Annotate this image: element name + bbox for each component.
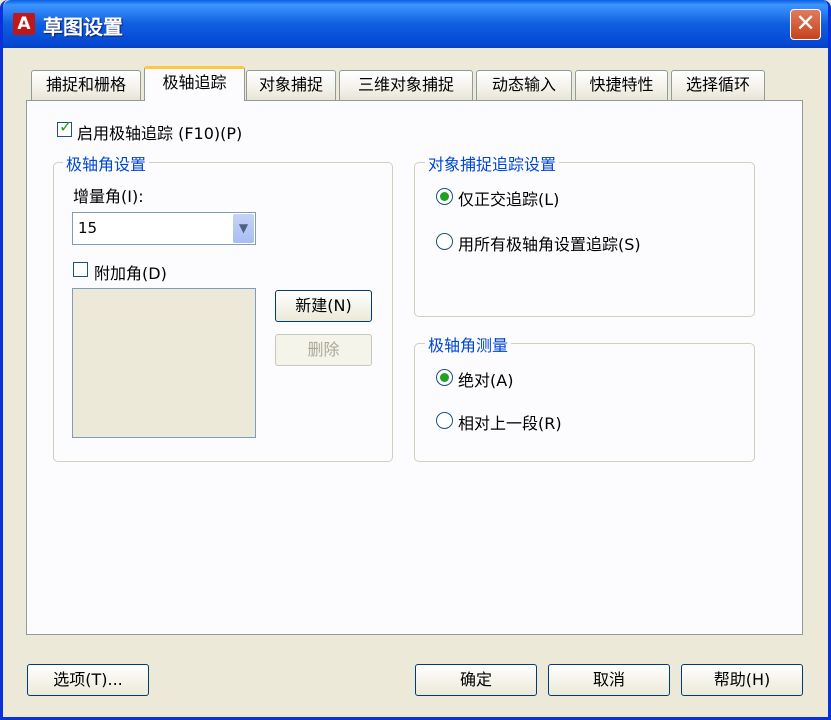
orthogonal-only-radio[interactable] bbox=[436, 188, 453, 205]
cancel-button[interactable]: 取消 bbox=[548, 664, 670, 696]
help-button[interactable]: 帮助(H) bbox=[681, 664, 803, 696]
relative-label: 相对上一段(R) bbox=[458, 414, 562, 433]
tab-snap-grid[interactable]: 捕捉和栅格 bbox=[31, 70, 141, 100]
dialog-window: A 草图设置 ✕ 捕捉和栅格 极轴追踪 对象捕捉 三维对象捕捉 动态输入 快捷特… bbox=[0, 0, 831, 720]
chevron-down-icon[interactable]: ▼ bbox=[233, 214, 254, 243]
autocad-icon: A bbox=[13, 13, 35, 35]
absolute-radio[interactable] bbox=[436, 369, 453, 386]
tab-object-snap[interactable]: 对象捕捉 bbox=[246, 70, 336, 100]
all-polar-label: 用所有极轴角设置追踪(S) bbox=[458, 235, 641, 254]
measurement-group bbox=[414, 343, 755, 462]
absolute-label: 绝对(A) bbox=[458, 371, 514, 390]
additional-angle-label: 附加角(D) bbox=[94, 264, 167, 283]
enable-polar-checkbox[interactable]: ✓ bbox=[57, 117, 73, 137]
close-button[interactable]: ✕ bbox=[790, 9, 821, 40]
delete-angle-button[interactable]: 删除 bbox=[275, 334, 372, 366]
tab-selection-cycling[interactable]: 选择循环 bbox=[671, 70, 765, 100]
tab-polar-tracking[interactable]: 极轴追踪 bbox=[144, 66, 245, 101]
all-polar-radio[interactable] bbox=[436, 233, 453, 250]
additional-angle-list[interactable] bbox=[72, 288, 256, 438]
new-angle-button[interactable]: 新建(N) bbox=[275, 290, 372, 322]
relative-radio[interactable] bbox=[436, 412, 453, 429]
radio-selected-dot bbox=[440, 192, 449, 201]
enable-polar-label: 启用极轴追踪 (F10)(P) bbox=[77, 124, 243, 143]
snap-tracking-title: 对象捕捉追踪设置 bbox=[425, 151, 560, 175]
tab-3d-object-snap[interactable]: 三维对象捕捉 bbox=[339, 70, 473, 100]
increment-angle-label: 增量角(I): bbox=[73, 187, 144, 206]
checkmark-icon: ✓ bbox=[59, 117, 73, 136]
increment-angle-value: 15 bbox=[78, 219, 98, 237]
measurement-title: 极轴角测量 bbox=[425, 332, 512, 356]
tab-dynamic-input[interactable]: 动态输入 bbox=[476, 70, 572, 100]
window-title: 草图设置 bbox=[43, 15, 123, 39]
options-button[interactable]: 选项(T)... bbox=[27, 664, 149, 696]
radio-selected-dot bbox=[440, 373, 449, 382]
orthogonal-only-label: 仅正交追踪(L) bbox=[458, 190, 560, 209]
additional-angle-checkbox[interactable] bbox=[73, 262, 88, 277]
title-bar[interactable]: A 草图设置 ✕ bbox=[3, 0, 828, 48]
increment-angle-select[interactable]: 15 ▼ bbox=[72, 212, 256, 245]
angle-settings-title: 极轴角设置 bbox=[63, 151, 150, 175]
ok-button[interactable]: 确定 bbox=[415, 664, 537, 696]
tab-quick-properties[interactable]: 快捷特性 bbox=[575, 70, 668, 100]
